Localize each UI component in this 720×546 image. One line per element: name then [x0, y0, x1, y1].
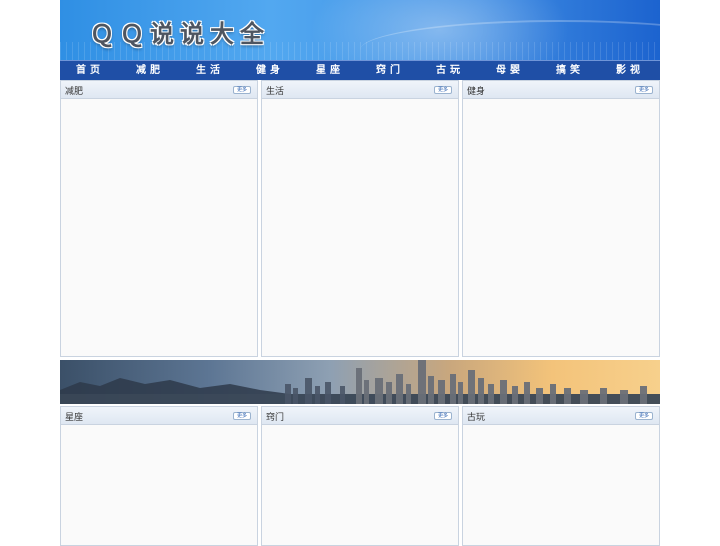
- panel-title: 星座: [65, 413, 84, 423]
- skyline-image: [60, 360, 660, 404]
- panel-life: 生活 更多: [261, 80, 459, 357]
- nav-item-parenting[interactable]: 母婴: [480, 61, 540, 80]
- nav-item-life[interactable]: 生活: [180, 61, 240, 80]
- panel-header: 窍门 更多: [262, 407, 458, 425]
- panel-title: 减肥: [65, 87, 84, 97]
- more-button[interactable]: 更多: [233, 412, 251, 420]
- site-title: ＱＱ说说大全: [90, 20, 270, 48]
- more-button[interactable]: 更多: [635, 412, 653, 420]
- panel-diet: 减肥 更多: [60, 80, 258, 357]
- more-button[interactable]: 更多: [233, 86, 251, 94]
- nav-item-antiques[interactable]: 古玩: [420, 61, 480, 80]
- panel-title: 生活: [266, 87, 285, 97]
- panel-title: 古玩: [467, 413, 486, 423]
- nav-item-funny[interactable]: 搞笑: [540, 61, 600, 80]
- more-button[interactable]: 更多: [635, 86, 653, 94]
- panel-header: 健身 更多: [463, 81, 659, 99]
- main-nav: 首页 减肥 生活 健身 星座 窍门 古玩 母婴 搞笑 影视: [60, 60, 660, 80]
- panel-title: 窍门: [266, 413, 285, 423]
- panel-horoscope: 星座 更多: [60, 406, 258, 546]
- panel-header: 星座 更多: [61, 407, 257, 425]
- nav-item-diet[interactable]: 减肥: [120, 61, 180, 80]
- nav-item-home[interactable]: 首页: [60, 61, 120, 80]
- nav-item-horoscope[interactable]: 星座: [300, 61, 360, 80]
- more-button[interactable]: 更多: [434, 86, 452, 94]
- nav-item-movies[interactable]: 影视: [600, 61, 660, 80]
- site-header: ＱＱ说说大全: [60, 0, 660, 60]
- nav-item-fitness[interactable]: 健身: [240, 61, 300, 80]
- panel-fitness: 健身 更多: [462, 80, 660, 357]
- city-skyline-banner: [60, 360, 660, 404]
- panel-tips: 窍门 更多: [261, 406, 459, 546]
- page-container: ＱＱ说说大全 首页 减肥 生活 健身 星座 窍门 古玩 母婴 搞笑 影视 减肥 …: [60, 0, 660, 546]
- panel-header: 生活 更多: [262, 81, 458, 99]
- panel-title: 健身: [467, 87, 486, 97]
- panel-header: 古玩 更多: [463, 407, 659, 425]
- nav-item-tips[interactable]: 窍门: [360, 61, 420, 80]
- panel-header: 减肥 更多: [61, 81, 257, 99]
- more-button[interactable]: 更多: [434, 412, 452, 420]
- panel-antiques: 古玩 更多: [462, 406, 660, 546]
